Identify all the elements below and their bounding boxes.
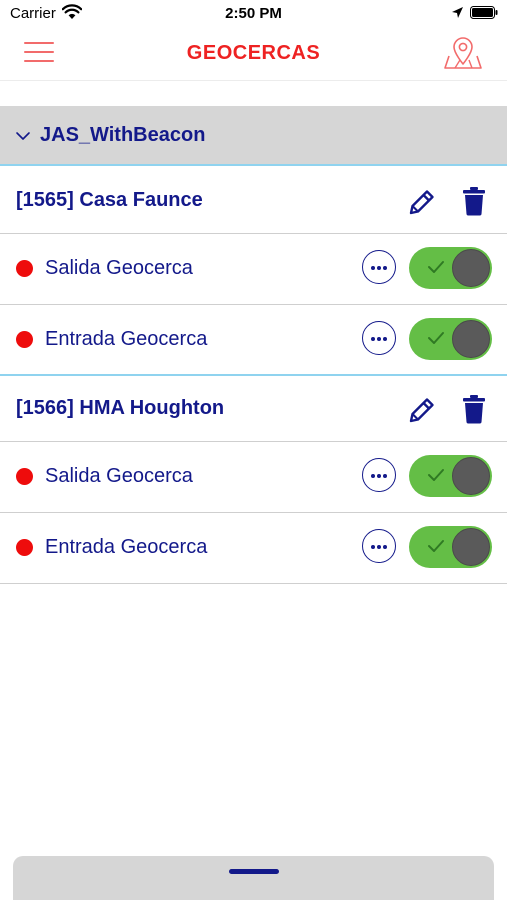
- page-title: GEOCERCAS: [186, 42, 321, 64]
- trash-icon[interactable]: [462, 186, 486, 216]
- status-bar: Carrier 2:50 PM: [0, 0, 507, 28]
- chevron-down-icon: [16, 132, 30, 140]
- more-options-button[interactable]: [362, 458, 396, 492]
- dot-icon: [383, 545, 387, 549]
- nav-bar: GEOCERCAS: [0, 28, 507, 81]
- map-pin-icon[interactable]: [443, 34, 483, 72]
- event-toggle[interactable]: [409, 247, 492, 289]
- dot-icon: [383, 266, 387, 270]
- fence-header: [1566] HMA Houghton: [0, 376, 507, 442]
- fence-title: [1566] HMA Houghton: [16, 397, 225, 419]
- fence-header: [1565] Casa Faunce: [0, 168, 507, 234]
- toggle-knob: [452, 249, 490, 287]
- check-icon: [428, 261, 444, 273]
- dot-icon: [371, 266, 375, 270]
- event-toggle[interactable]: [409, 526, 492, 568]
- event-label: Salida Geocerca: [45, 465, 193, 487]
- check-icon: [428, 540, 444, 552]
- fence-title: [1565] Casa Faunce: [16, 189, 203, 211]
- event-toggle[interactable]: [409, 318, 492, 360]
- geofence-event-row: Salida Geocerca: [0, 442, 507, 513]
- event-label: Entrada Geocerca: [45, 328, 208, 350]
- more-options-button[interactable]: [362, 529, 396, 563]
- trash-icon[interactable]: [462, 394, 486, 424]
- clock: 2:50 PM: [225, 5, 282, 22]
- dot-icon: [377, 545, 381, 549]
- bottom-sheet[interactable]: [13, 856, 494, 900]
- status-dot-icon: [16, 331, 33, 348]
- drag-handle[interactable]: [229, 869, 279, 874]
- status-dot-icon: [16, 539, 33, 556]
- geofence-event-row: Entrada Geocerca: [0, 305, 507, 376]
- dot-icon: [377, 474, 381, 478]
- event-label: Salida Geocerca: [45, 257, 193, 279]
- battery-icon: [470, 6, 498, 19]
- group-header[interactable]: JAS_WithBeacon: [0, 106, 507, 166]
- event-label: Entrada Geocerca: [45, 536, 208, 558]
- geofence-event-row: Salida Geocerca: [0, 234, 507, 305]
- edit-pencil-icon[interactable]: [406, 186, 438, 218]
- dot-icon: [377, 266, 381, 270]
- dot-icon: [383, 474, 387, 478]
- dot-icon: [377, 337, 381, 341]
- dot-icon: [371, 474, 375, 478]
- toggle-knob: [452, 528, 490, 566]
- geocercas-screen: Carrier 2:50 PM GEOCERCAS JAS_WithBeacon…: [0, 0, 507, 900]
- more-options-button[interactable]: [362, 250, 396, 284]
- more-options-button[interactable]: [362, 321, 396, 355]
- status-dot-icon: [16, 260, 33, 277]
- check-icon: [428, 469, 444, 481]
- location-arrow-icon: [452, 7, 463, 18]
- toggle-knob: [452, 320, 490, 358]
- dot-icon: [371, 337, 375, 341]
- check-icon: [428, 332, 444, 344]
- status-dot-icon: [16, 468, 33, 485]
- toggle-knob: [452, 457, 490, 495]
- event-toggle[interactable]: [409, 455, 492, 497]
- geofence-event-row: Entrada Geocerca: [0, 513, 507, 584]
- dot-icon: [371, 545, 375, 549]
- dot-icon: [383, 337, 387, 341]
- edit-pencil-icon[interactable]: [406, 394, 438, 426]
- group-title: JAS_WithBeacon: [40, 124, 206, 146]
